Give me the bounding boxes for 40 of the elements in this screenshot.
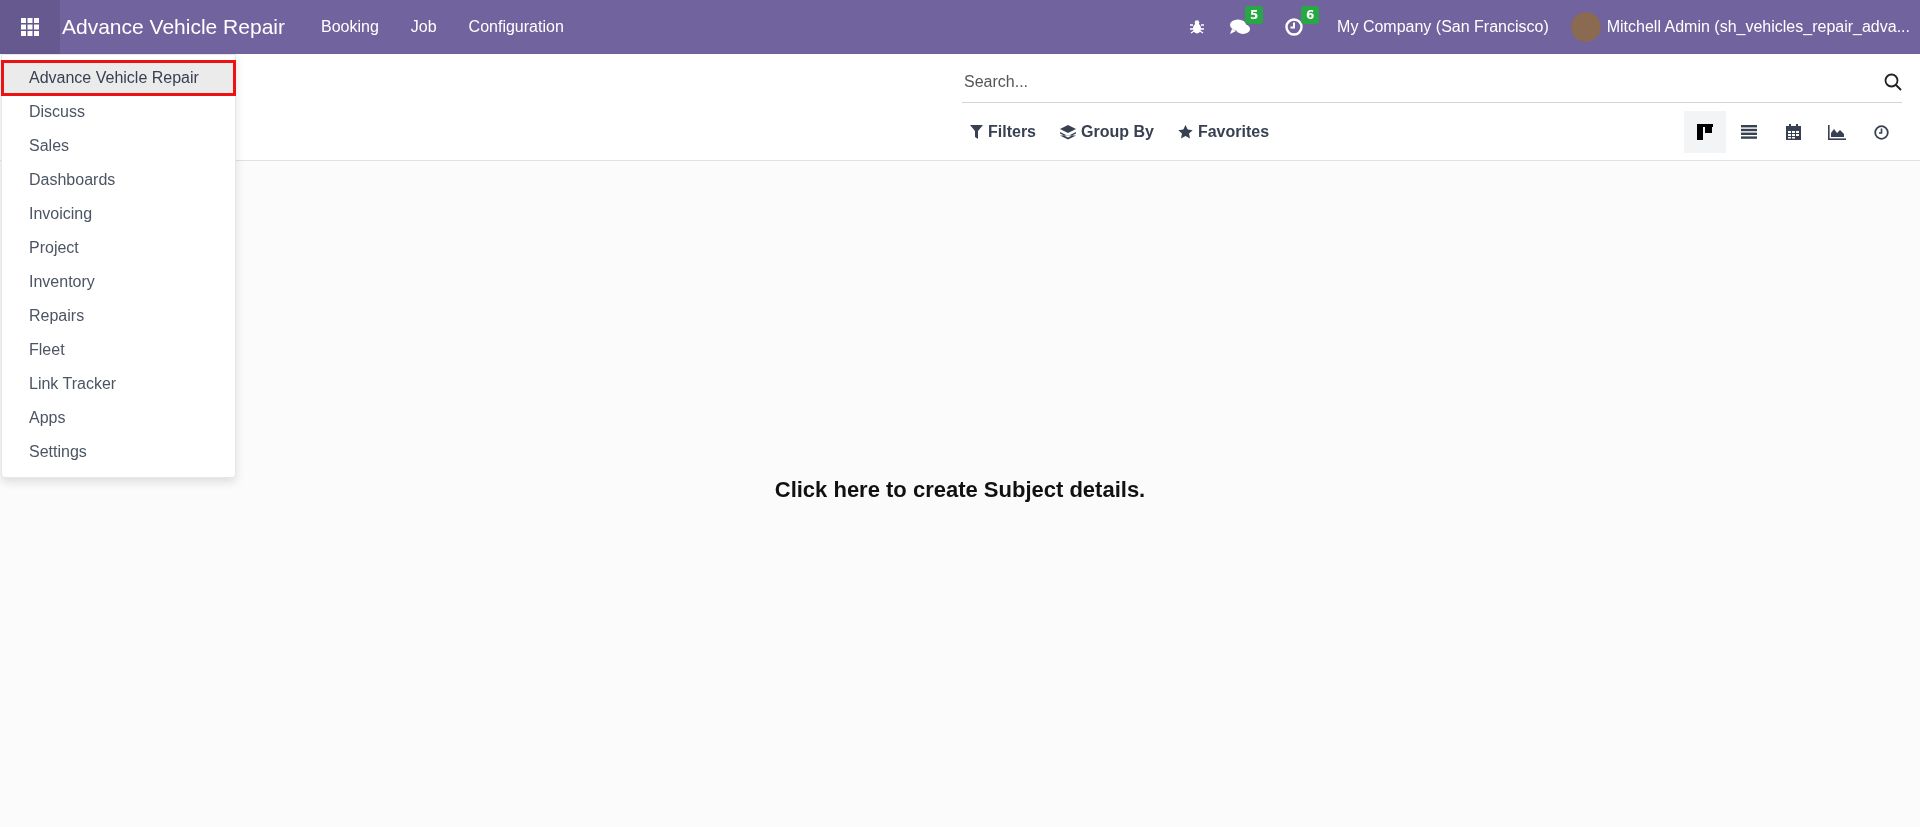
activity-count: 6 (1301, 6, 1320, 24)
app-menu-item[interactable]: Sales (2, 129, 235, 163)
area-chart-icon (1828, 124, 1846, 140)
clock-icon (1873, 124, 1889, 140)
app-menu-item[interactable]: Invoicing (2, 197, 235, 231)
kanban-icon (1697, 124, 1713, 140)
funnel-icon (970, 125, 983, 139)
user-menu[interactable]: Mitchell Admin (sh_vehicles_repair_adva... (1606, 18, 1910, 36)
calendar-icon (1785, 124, 1801, 140)
bug-icon[interactable] (1189, 19, 1206, 35)
clock-icon[interactable] (1285, 18, 1304, 36)
filter-button[interactable]: Favorites (1169, 117, 1278, 147)
layers-icon (1060, 124, 1076, 140)
company-switcher[interactable]: My Company (San Francisco) (1337, 18, 1549, 36)
kanban-view-button[interactable] (1684, 111, 1726, 153)
grid-icon (21, 18, 39, 36)
chat-icon[interactable] (1229, 18, 1252, 36)
app-menu-item[interactable]: Link Tracker (2, 367, 235, 401)
app-menu-item[interactable]: Repairs (2, 299, 235, 333)
nav-menu-item[interactable]: Job (410, 18, 437, 36)
search-icon[interactable] (1884, 73, 1902, 91)
app-menu-button[interactable] (0, 0, 60, 54)
app-menu-item[interactable]: Inventory (2, 265, 235, 299)
app-menu-item[interactable]: Dashboards (2, 163, 235, 197)
nav-menu-item[interactable]: Configuration (468, 18, 564, 36)
list-icon (1741, 125, 1757, 139)
app-title: Advance Vehicle Repair (62, 15, 285, 39)
filter-button[interactable]: Group By (1052, 117, 1162, 147)
user-avatar (1570, 12, 1601, 42)
app-menu-item[interactable]: Project (2, 231, 235, 265)
app-menu-item[interactable]: Discuss (2, 95, 235, 129)
nav-menu-item[interactable]: Booking (321, 18, 379, 36)
app-menu-item[interactable]: Fleet (2, 333, 235, 367)
star-icon (1177, 125, 1193, 139)
empty-state-message[interactable]: Click here to create Subject details. (774, 477, 1146, 507)
app-menu-item[interactable]: Advance Vehicle Repair (2, 61, 235, 95)
app-menu-item[interactable]: Settings (2, 435, 235, 469)
message-count: 5 (1245, 6, 1264, 24)
filter-button[interactable]: Filters (962, 117, 1044, 147)
app-menu-item[interactable]: Apps (2, 401, 235, 435)
